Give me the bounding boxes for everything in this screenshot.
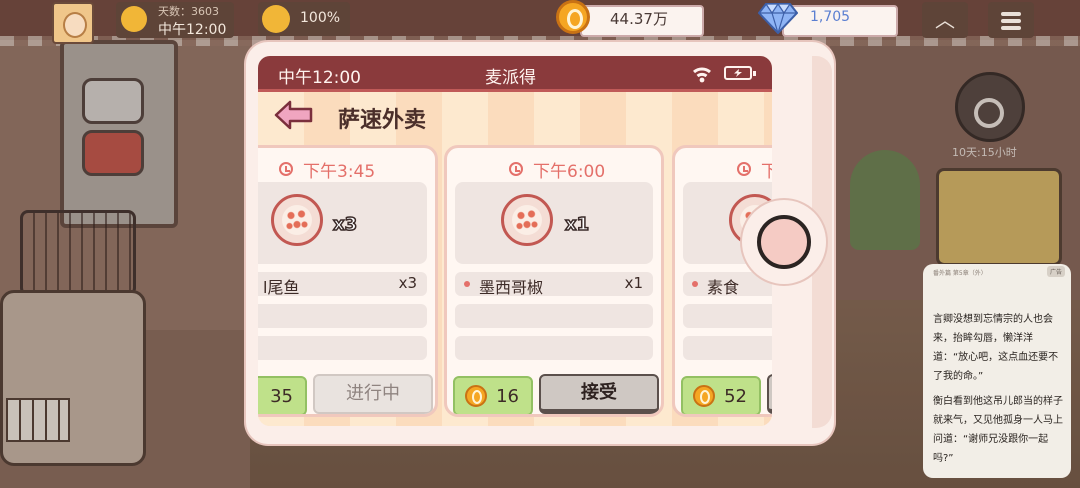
pizza-icon (501, 194, 553, 246)
clock-icon (509, 162, 523, 176)
bullet-dot (464, 281, 470, 287)
food-box: x3 (258, 182, 427, 264)
collapse-up-button[interactable]: ︿ (922, 2, 968, 38)
pizza-icon (271, 194, 323, 246)
accept-button[interactable] (767, 374, 772, 414)
ad-chapter-tag: 番外篇 第5章（外） (933, 270, 987, 277)
phone-screen: 中午12:00 麦派得 萨速外卖 下午3:45 x3 l尾鱼 x3 35 进行中… (258, 56, 772, 426)
clock-icon (279, 162, 293, 176)
empty-dish-row (683, 304, 772, 328)
food-quantity: x3 (332, 213, 358, 236)
dish-name: l尾鱼 (263, 278, 300, 297)
empty-dish-row (683, 336, 772, 360)
sun-icon (121, 6, 147, 32)
coin-icon (465, 385, 487, 407)
reward-badge: 35 (258, 376, 307, 414)
novel-ad-panel[interactable]: 番外篇 第5章（外） 广告 言卿没想到忘情宗的人也会来，抬眸勾唇，懒洋洋道：“放… (923, 264, 1071, 478)
order-time: 下午3:45 (303, 162, 376, 182)
ad-paragraph: 言卿没想到忘情宗的人也会来，抬眸勾唇，懒洋洋道：“放心吧，这点血还要不了我的命。… (933, 314, 1059, 382)
reward-value: 16 (496, 386, 519, 407)
dish-row: 墨西哥椒 x1 (455, 272, 653, 297)
gem-amount: 1,705 (810, 9, 851, 25)
coin-amount: 44.37万 (610, 10, 668, 28)
reward-badge: 16 (453, 376, 533, 414)
bullet-dot (692, 281, 698, 287)
day-counter: 天数：3603 (158, 5, 219, 18)
coin-icon (693, 385, 715, 407)
ad-paragraph: 衡白看到他这吊儿郎当的样子就来气，又见他孤身一人马上问道：“谢师兄没跟你一起吗?… (933, 396, 1063, 464)
accept-button[interactable]: 接受 (539, 374, 659, 414)
diamond-icon (758, 2, 798, 34)
food-quantity: x1 (564, 213, 590, 236)
dish-row: l尾鱼 x3 (258, 272, 427, 297)
food-box: x1 (455, 182, 653, 264)
status-app-name: 麦派得 (485, 68, 536, 88)
player-avatar[interactable] (52, 2, 94, 44)
order-card: 下午3:45 x3 l尾鱼 x3 35 进行中 (258, 145, 438, 417)
page-title: 萨速外卖 (338, 108, 427, 133)
order-card: 下午6:00 x1 墨西哥椒 x1 16 接受 (444, 145, 664, 417)
in-progress-button: 进行中 (313, 374, 433, 414)
menu-button[interactable] (988, 2, 1034, 38)
status-time: 中午12:00 (278, 68, 361, 88)
back-arrow-icon[interactable] (274, 100, 314, 130)
smiley-icon (262, 5, 290, 33)
order-time: 下午6:00 (533, 162, 606, 182)
order-list[interactable]: 下午3:45 x3 l尾鱼 x3 35 进行中 下午6:00 x1 墨西哥椒 x… (258, 140, 772, 426)
game-clock: 中午12:00 (158, 22, 227, 38)
dish-name: 墨西哥椒 (479, 278, 544, 297)
phone-status-bar: 中午12:00 麦派得 (258, 56, 772, 92)
ad-label: 广告 (1046, 266, 1065, 277)
reward-badge: 52 (681, 376, 761, 414)
coin-icon (556, 0, 590, 34)
battery-charging-icon (724, 66, 756, 80)
order-card: 下 素食 52 (672, 145, 772, 417)
dish-quantity: x3 (398, 274, 417, 292)
empty-dish-row (258, 304, 427, 328)
dish-quantity: x1 (624, 274, 643, 292)
empty-dish-row (258, 336, 427, 360)
mood-percent: 100% (300, 10, 341, 26)
order-time: 下 (761, 157, 772, 182)
home-circle-icon (757, 215, 811, 269)
clock-icon (737, 162, 751, 176)
dish-name: 素食 (707, 278, 740, 297)
empty-dish-row (455, 304, 653, 328)
reward-value: 35 (270, 386, 293, 407)
wifi-icon (693, 67, 711, 83)
app-header: 萨速外卖 (258, 92, 772, 140)
reward-value: 52 (724, 386, 747, 407)
empty-dish-row (455, 336, 653, 360)
menu-icon (1001, 12, 1021, 16)
